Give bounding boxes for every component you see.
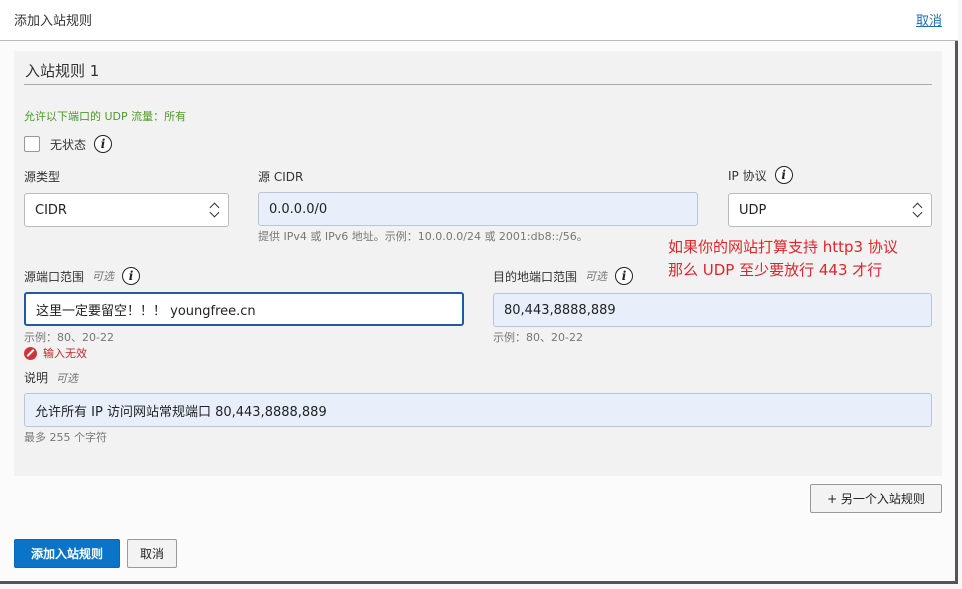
info-icon[interactable]: i xyxy=(122,267,141,285)
ip-protocol-label: IP 协议 xyxy=(728,168,767,183)
source-cidr-label: 源 CIDR xyxy=(258,170,304,184)
description-value: 允许所有 IP 访问网站常规端口 80,443,8888,889 xyxy=(35,404,327,420)
add-ingress-rules-button[interactable]: 添加入站规则 xyxy=(14,539,120,568)
optional-tag: 可选 xyxy=(92,270,115,283)
dialog-header: 添加入站规则 取消 xyxy=(0,0,958,41)
error-icon xyxy=(24,346,37,360)
dest-port-label: 目的地端口范围 xyxy=(493,269,578,284)
source-port-label-row: 源端口范围 可选 i xyxy=(24,267,141,285)
annotation-line-1: 如果你的网站打算支持 http3 协议 xyxy=(668,238,898,256)
source-port-label: 源端口范围 xyxy=(24,269,85,284)
divider xyxy=(24,84,932,85)
cancel-button[interactable]: 取消 xyxy=(127,539,177,568)
annotation-line-2: 那么 UDP 至少要放行 443 才行 xyxy=(668,261,883,279)
stateless-row: 无状态 i xyxy=(24,135,113,153)
source-cidr-hint: 提供 IPv4 或 IPv6 地址。示例：10.0.0.0/24 或 2001:… xyxy=(258,230,588,243)
source-cidr-value: 0.0.0.0/0 xyxy=(269,201,328,217)
description-hint: 最多 255 个字符 xyxy=(24,431,107,444)
info-icon[interactable]: i xyxy=(774,166,793,184)
source-port-input[interactable]: 这里一定要留空！！！ youngfree.cn xyxy=(24,292,464,326)
info-icon[interactable]: i xyxy=(94,135,113,153)
stateless-label: 无状态 xyxy=(50,137,87,152)
dest-port-hint: 示例：80、20-22 xyxy=(493,331,583,344)
ip-protocol-value: UDP xyxy=(739,202,767,218)
dest-port-value: 80,443,8888,889 xyxy=(504,302,616,318)
annotation-note: 如果你的网站打算支持 http3 协议 那么 UDP 至少要放行 443 才行 xyxy=(668,236,898,282)
add-another-rule-button[interactable]: + 另一个入站规则 xyxy=(810,484,942,513)
source-port-error: 输入无效 xyxy=(24,345,87,361)
dialog-title: 添加入站规则 xyxy=(14,14,93,29)
add-ingress-rules-dialog: 添加入站规则 取消 入站规则 1 允许以下端口的 UDP 流量：所有 无状态 i… xyxy=(0,0,958,584)
description-label-row: 说明 可选 xyxy=(24,369,78,386)
error-text: 输入无效 xyxy=(43,347,87,360)
source-port-value: 这里一定要留空！！！ youngfree.cn xyxy=(36,303,256,319)
source-cidr-input[interactable]: 0.0.0.0/0 xyxy=(258,192,698,226)
description-label: 说明 xyxy=(24,371,49,385)
info-icon[interactable]: i xyxy=(615,267,634,285)
dest-port-input[interactable]: 80,443,8888,889 xyxy=(493,293,932,327)
source-port-hint: 示例：80、20-22 xyxy=(24,331,114,344)
optional-tag: 可选 xyxy=(56,371,79,385)
source-type-select[interactable]: CIDR xyxy=(24,193,229,227)
source-type-value: CIDR xyxy=(35,202,67,218)
dest-port-label-row: 目的地端口范围 可选 i xyxy=(493,267,634,285)
source-type-label: 源类型 xyxy=(24,170,61,184)
traffic-note: 允许以下端口的 UDP 流量：所有 xyxy=(24,110,187,123)
rule-title: 入站规则 1 xyxy=(25,62,100,80)
optional-tag: 可选 xyxy=(585,270,608,283)
stateless-checkbox[interactable] xyxy=(24,136,40,152)
header-cancel-link[interactable]: 取消 xyxy=(916,10,942,29)
ip-protocol-label-row: IP 协议 i xyxy=(728,166,793,184)
description-input[interactable]: 允许所有 IP 访问网站常规端口 80,443,8888,889 xyxy=(24,393,932,427)
select-arrows-icon xyxy=(210,202,220,218)
select-arrows-icon xyxy=(913,202,923,218)
ip-protocol-select[interactable]: UDP xyxy=(728,193,932,227)
